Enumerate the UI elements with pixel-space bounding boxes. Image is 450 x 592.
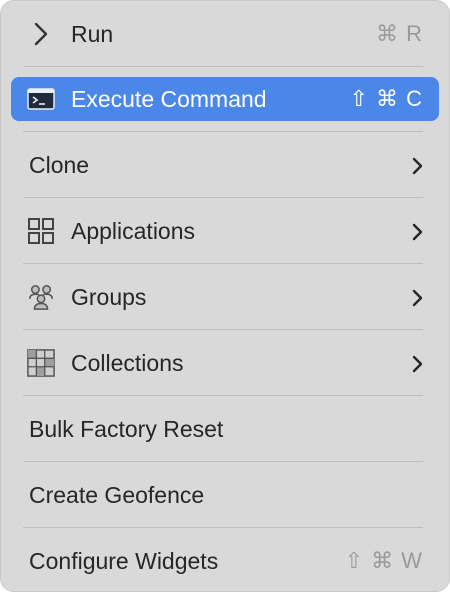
menu-item-applications[interactable]: Applications	[11, 209, 439, 253]
menu-item-label: Applications	[71, 218, 196, 244]
submenu-chevron-icon	[412, 289, 423, 307]
menu-item-label: Clone	[29, 152, 90, 178]
menu-item-groups[interactable]: Groups	[11, 275, 439, 319]
separator	[23, 329, 423, 330]
menu-item-execute-command[interactable]: Execute Command ⇧ ⌘ C	[11, 77, 439, 121]
separator	[23, 66, 423, 67]
separator	[23, 527, 423, 528]
menu-item-run[interactable]: Run ⌘ R	[11, 12, 439, 56]
separator	[23, 461, 423, 462]
menu-item-configure-widgets[interactable]: Configure Widgets ⇧ ⌘ W	[11, 539, 439, 583]
groups-icon	[27, 283, 55, 311]
menu-item-label: Execute Command	[71, 86, 267, 112]
menu-item-label: Collections	[71, 350, 184, 376]
menu-item-label: Run	[71, 21, 114, 47]
menu-item-label: Bulk Factory Reset	[29, 416, 224, 442]
submenu-chevron-icon	[412, 223, 423, 241]
separator	[23, 131, 423, 132]
menu-item-label: Create Geofence	[29, 482, 205, 508]
apps-grid-icon	[27, 217, 55, 245]
shortcut-hint: ⌘ R	[376, 21, 423, 46]
menu-item-bulk-factory-reset[interactable]: Bulk Factory Reset	[11, 407, 439, 451]
shortcut-hint: ⇧ ⌘ W	[344, 548, 423, 573]
separator	[23, 395, 423, 396]
submenu-chevron-icon	[412, 157, 423, 175]
context-menu: Run ⌘ R Execute Command ⇧ ⌘ C Clone Appl…	[0, 0, 450, 592]
menu-item-clone[interactable]: Clone	[11, 143, 439, 187]
menu-item-label: Configure Widgets	[29, 548, 219, 574]
shortcut-hint: ⇧ ⌘ C	[349, 86, 423, 111]
separator	[23, 263, 423, 264]
submenu-chevron-icon	[412, 355, 423, 373]
menu-item-create-geofence[interactable]: Create Geofence	[11, 473, 439, 517]
terminal-icon	[27, 85, 55, 113]
menu-item-label: Groups	[71, 284, 147, 310]
separator	[23, 197, 423, 198]
menu-item-collections[interactable]: Collections	[11, 341, 439, 385]
collections-icon	[27, 349, 55, 377]
chevron-right-icon	[27, 20, 55, 48]
